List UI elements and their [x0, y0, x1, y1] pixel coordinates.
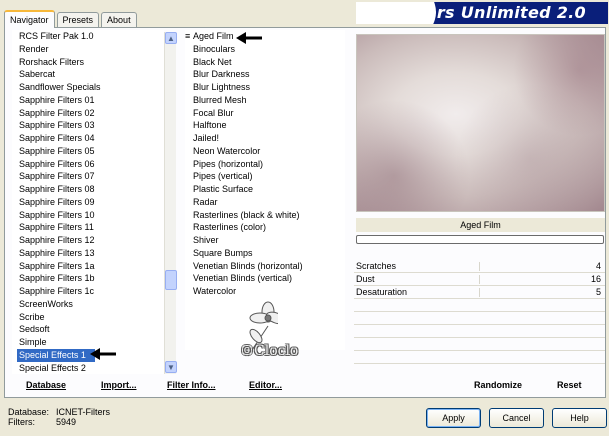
tab-about[interactable]: About [101, 12, 137, 27]
list-item[interactable]: Square Bumps [185, 247, 345, 260]
database-value: ICNET-Filters [56, 407, 110, 417]
slider-tick [479, 275, 480, 284]
list-item[interactable]: Special Effects 1 [17, 348, 95, 362]
param-row[interactable]: Scratches 4 [354, 260, 605, 273]
list-item[interactable]: Sapphire Filters 1b [12, 272, 164, 285]
editor-button[interactable]: Editor... [249, 377, 282, 394]
param-row-empty [354, 312, 605, 325]
help-button[interactable]: Help [552, 408, 607, 428]
list-item[interactable]: Rorshack Filters [12, 56, 164, 69]
list-item[interactable]: Sapphire Filters 1c [12, 285, 164, 298]
list-item[interactable]: Sapphire Filters 01 [12, 94, 164, 107]
param-row-empty [354, 338, 605, 351]
list-item[interactable]: Sapphire Filters 07 [12, 170, 164, 183]
tab-bar: Navigator Presets About [4, 9, 139, 28]
param-label: Scratches [356, 261, 397, 271]
database-button[interactable]: Database [26, 377, 66, 394]
list-item[interactable]: Blur Darkness [185, 68, 345, 81]
progress-bar [356, 235, 604, 244]
filter-info-button[interactable]: Filter Info... [167, 377, 216, 394]
slider-tick [479, 288, 480, 297]
tab-presets[interactable]: Presets [56, 12, 100, 27]
list-item[interactable]: Blur Lightness [185, 81, 345, 94]
scroll-down-icon[interactable]: ▼ [165, 361, 177, 373]
list-item[interactable]: Jailed! [185, 132, 345, 145]
list-item[interactable]: Sapphire Filters 11 [12, 221, 164, 234]
param-value: 16 [590, 274, 601, 284]
parameter-list: Scratches 4 Dust 16 Desaturation 5 [354, 260, 605, 364]
list-item[interactable]: Venetian Blinds (horizontal) [185, 260, 345, 273]
list-item[interactable]: Sapphire Filters 1a [12, 260, 164, 273]
list-item[interactable]: Halftone [185, 119, 345, 132]
param-label: Desaturation [356, 287, 408, 297]
list-item[interactable]: Blurred Mesh [185, 94, 345, 107]
list-item[interactable]: Render [12, 43, 164, 56]
param-value: 4 [595, 261, 601, 271]
filters-value: 5949 [56, 417, 77, 427]
database-info: Database: ICNET-Filters Filters: 5949 [8, 407, 110, 427]
param-label: Dust [356, 274, 375, 284]
list-item[interactable]: Shiver [185, 234, 345, 247]
list-item[interactable]: Pipes (horizontal) [185, 158, 345, 171]
app-title: Filters Unlimited 2.0 [394, 3, 586, 22]
list-item[interactable]: Neon Watercolor [185, 145, 345, 158]
preview-filter-name: Aged Film [356, 218, 605, 232]
list-item[interactable]: Sapphire Filters 10 [12, 209, 164, 222]
list-item[interactable]: Binoculars [185, 43, 345, 56]
list-item[interactable]: Sedsoft [12, 323, 164, 336]
list-item[interactable]: Sapphire Filters 04 [12, 132, 164, 145]
import-button[interactable]: Import... [101, 377, 137, 394]
param-row-empty [354, 325, 605, 338]
list-item[interactable]: Sapphire Filters 12 [12, 234, 164, 247]
list-item[interactable]: Rasterlines (color) [185, 221, 345, 234]
cancel-button[interactable]: Cancel [489, 408, 544, 428]
list-item[interactable]: Sapphire Filters 08 [12, 183, 164, 196]
list-item[interactable]: Rasterlines (black & white) [185, 209, 345, 222]
randomize-button[interactable]: Randomize [474, 377, 522, 394]
list-item[interactable]: Sapphire Filters 03 [12, 119, 164, 132]
list-item[interactable]: Sapphire Filters 06 [12, 158, 164, 171]
filter-item-label: Aged Film [193, 31, 234, 41]
list-item[interactable]: ≡ Aged Film [185, 30, 345, 43]
param-row[interactable]: Desaturation 5 [354, 286, 605, 299]
list-item[interactable]: Simple [12, 336, 164, 349]
list-item[interactable]: Plastic Surface [185, 183, 345, 196]
apply-button[interactable]: Apply [426, 408, 481, 428]
arrow-pointer-icon [90, 348, 116, 360]
app-banner: Filters Unlimited 2.0 [356, 2, 608, 24]
tab-navigator[interactable]: Navigator [4, 10, 55, 28]
list-item[interactable]: Sapphire Filters 05 [12, 145, 164, 158]
list-item[interactable]: ScreenWorks [12, 298, 164, 311]
selected-marker-icon: ≡ [185, 31, 191, 41]
list-item[interactable]: Venetian Blinds (vertical) [185, 272, 345, 285]
list-item[interactable]: Pipes (vertical) [185, 170, 345, 183]
list-item[interactable]: Sabercat [12, 68, 164, 81]
scroll-up-icon[interactable]: ▲ [165, 32, 177, 44]
list-item[interactable]: Black Net [185, 56, 345, 69]
list-item[interactable]: RCS Filter Pak 1.0 [12, 30, 164, 43]
list-item[interactable]: Focal Blur [185, 107, 345, 120]
param-row-empty [354, 299, 605, 312]
param-row[interactable]: Dust 16 [354, 273, 605, 286]
list-item[interactable]: Sapphire Filters 09 [12, 196, 164, 209]
scroll-thumb[interactable] [165, 270, 177, 290]
slider-tick [479, 262, 480, 271]
list-item[interactable]: Sapphire Filters 02 [12, 107, 164, 120]
filters-label: Filters: [8, 417, 35, 427]
param-row-empty [354, 351, 605, 364]
database-label: Database: [8, 407, 50, 417]
list-item[interactable]: Scribe [12, 311, 164, 324]
preview-image [356, 34, 605, 212]
list-item[interactable]: Sapphire Filters 13 [12, 247, 164, 260]
reset-button[interactable]: Reset [557, 377, 582, 394]
list-item[interactable]: Radar [185, 196, 345, 209]
list-item[interactable]: Sandflower Specials [12, 81, 164, 94]
category-list[interactable]: RCS Filter Pak 1.0 Render Rorshack Filters… [12, 30, 164, 374]
arrow-pointer-icon [236, 32, 262, 44]
watermark-text: ©Cloclo [240, 343, 299, 359]
toolbar: Database Import... Filter Info... Editor… [0, 377, 609, 394]
list-item[interactable]: Special Effects 2 [12, 362, 164, 375]
category-scrollbar[interactable]: ▲ ▼ [164, 32, 177, 374]
param-value: 5 [595, 287, 601, 297]
